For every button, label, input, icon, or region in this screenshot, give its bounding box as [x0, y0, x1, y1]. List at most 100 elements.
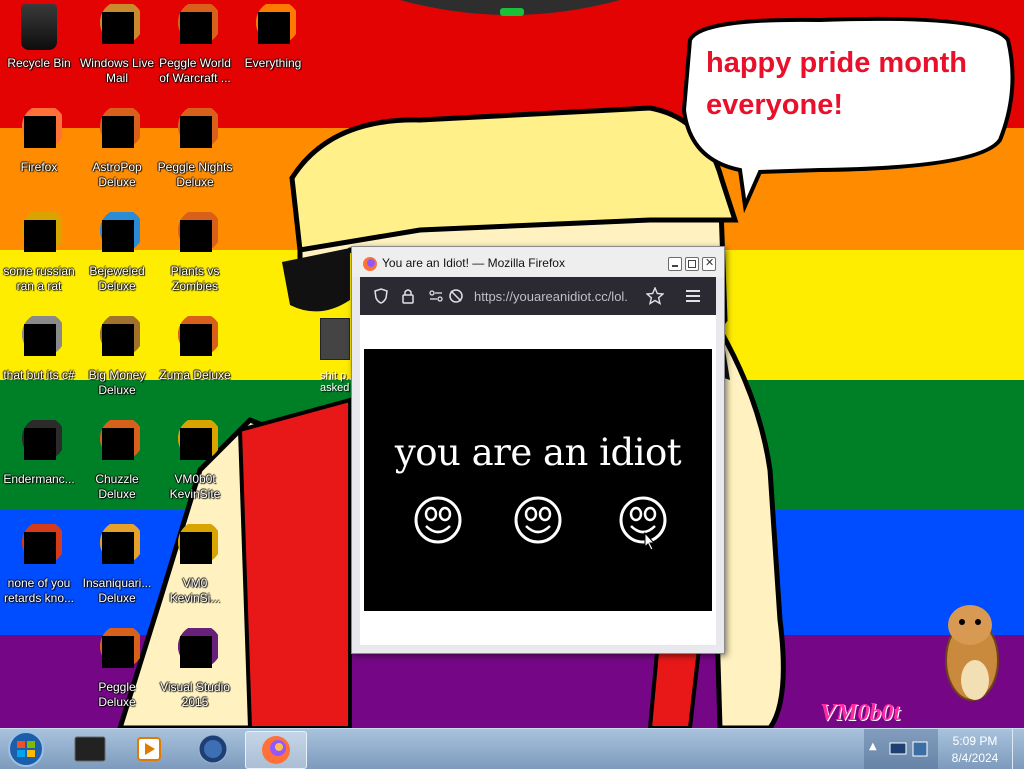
- desktop-icon[interactable]: Recycle Bin: [0, 4, 78, 71]
- firefox-window[interactable]: You are an Idiot! — Mozilla Firefox ✕ ht…: [351, 246, 725, 654]
- show-desktop-button[interactable]: [1012, 729, 1024, 769]
- start-button[interactable]: [6, 730, 48, 768]
- desktop-icon[interactable]: VM0b0t KevinSite: [156, 420, 234, 502]
- desktop-icon[interactable]: Bejeweled Deluxe: [78, 212, 156, 294]
- url-bar[interactable]: https://youareanidiot.cc/lol.: [474, 289, 646, 304]
- redaction-box: [180, 636, 212, 668]
- window-titlebar[interactable]: You are an Idiot! — Mozilla Firefox ✕: [352, 247, 724, 277]
- desktop-icon-label: Visual Studio 2015: [160, 680, 230, 709]
- desktop-icon[interactable]: Chuzzle Deluxe: [78, 420, 156, 502]
- clock-time: 5:09 PM: [952, 734, 998, 748]
- desktop-icon[interactable]: Plants vs Zombies: [156, 212, 234, 294]
- close-button[interactable]: ✕: [702, 256, 716, 271]
- redaction-box: [180, 532, 212, 564]
- desktop-icon[interactable]: AstroPop Deluxe: [78, 108, 156, 190]
- permissions-icon[interactable]: [428, 288, 444, 304]
- game-icon: [172, 4, 218, 50]
- firefox-icon: [363, 257, 377, 271]
- desktop-icon-label: Chuzzle Deluxe: [95, 472, 139, 501]
- minimize-button[interactable]: [668, 257, 682, 271]
- desktop-icon-label: Peggle World of Warcraft ...: [159, 56, 231, 85]
- redaction-box: [24, 428, 56, 460]
- windows-logo-icon: [8, 731, 44, 767]
- window-title: You are an Idiot! — Mozilla Firefox: [382, 256, 565, 270]
- desktop-icon-label: Zuma Deluxe: [159, 368, 231, 382]
- desktop-icon-label: Insaniquari... Deluxe: [82, 576, 152, 605]
- system-tray: ▲: [864, 729, 938, 769]
- close-icon: ✕: [705, 256, 715, 269]
- game-icon: [172, 108, 218, 154]
- watermark: VM0b0t: [820, 700, 901, 726]
- minimize-icon: [672, 265, 678, 267]
- idiot-banner[interactable]: you are an idiot: [364, 349, 712, 611]
- mail-icon: [94, 4, 140, 50]
- redaction-box: [24, 220, 56, 252]
- redaction-box: [180, 324, 212, 356]
- firefox-icon: [262, 736, 290, 764]
- taskbar-terminal-button[interactable]: [62, 731, 118, 767]
- desktop-icon-label: none of you retards kno...: [3, 576, 75, 605]
- desktop-icon-label: Windows Live Mail: [79, 56, 155, 85]
- show-hidden-icons-button[interactable]: ▲: [869, 741, 877, 752]
- desktop-icon-label: Plants vs Zombies: [170, 264, 220, 293]
- desktop-icon-label: VM0 KevinSi...: [169, 576, 221, 605]
- desktop-icon-label: Big Money Deluxe: [88, 368, 146, 397]
- smiley-faces: [414, 496, 667, 551]
- maximize-button[interactable]: [685, 257, 699, 271]
- visual-studio-icon: [172, 628, 218, 674]
- desktop-icon[interactable]: that but its c#: [0, 316, 78, 383]
- game-icon: [94, 420, 140, 466]
- redaction-box: [102, 532, 134, 564]
- action-center-icon[interactable]: [910, 740, 930, 758]
- redaction-box: [180, 220, 212, 252]
- game-icon: [172, 316, 218, 362]
- desktop-icon[interactable]: some russian ran a rat: [0, 212, 78, 294]
- redaction-box: [102, 324, 134, 356]
- desktop-icon-label: Endermanc...: [3, 472, 75, 486]
- game-icon: [94, 108, 140, 154]
- desktop-icon-label: Recycle Bin: [7, 56, 71, 70]
- desktop-icon-label: VM0b0t KevinSite: [169, 472, 221, 501]
- desktop-icon[interactable]: Windows Live Mail: [78, 4, 156, 86]
- bookmark-star-icon[interactable]: [646, 287, 664, 305]
- desktop-icon-label: some russian ran a rat: [3, 264, 75, 293]
- smiley-face-icon: [514, 496, 562, 544]
- desktop-icon-label: that but its c#: [3, 368, 75, 382]
- desktop-icon[interactable]: Insaniquari... Deluxe: [78, 524, 156, 606]
- redaction-box: [180, 428, 212, 460]
- desktop-icon[interactable]: Zuma Deluxe: [156, 316, 234, 383]
- lock-icon[interactable]: [401, 288, 415, 304]
- taskbar-browser-button[interactable]: [185, 731, 241, 767]
- terminal-icon: [74, 736, 106, 762]
- redaction-box: [24, 532, 56, 564]
- smiley-face-icon: [414, 496, 462, 544]
- desktop-icon[interactable]: Endermanc...: [0, 420, 78, 487]
- desktop-icon[interactable]: VM0 KevinSi...: [156, 524, 234, 606]
- desktop-icon[interactable]: Peggle Deluxe: [78, 628, 156, 710]
- desktop-icon[interactable]: Everything: [234, 4, 312, 71]
- desktop-icon[interactable]: Peggle World of Warcraft ...: [156, 4, 234, 86]
- desktop-icon-label: AstroPop Deluxe: [92, 160, 142, 189]
- desktop-icon-label: Peggle Nights Deluxe: [157, 160, 233, 189]
- desktop-icon[interactable]: Visual Studio 2015: [156, 628, 234, 710]
- recycle-bin-icon: [21, 4, 57, 50]
- firefox-icon: [16, 108, 62, 154]
- network-icon[interactable]: [888, 740, 908, 758]
- redaction-box: [102, 220, 134, 252]
- desktop-icon[interactable]: Peggle Nights Deluxe: [156, 108, 234, 190]
- hamburger-menu-icon[interactable]: [685, 289, 701, 303]
- desktop-icon[interactable]: Big Money Deluxe: [78, 316, 156, 398]
- page-content: you are an idiot: [360, 315, 716, 645]
- desktop-icon[interactable]: none of you retards kno...: [0, 524, 78, 606]
- shield-icon[interactable]: [373, 288, 389, 304]
- desktop-icon[interactable]: Firefox: [0, 108, 78, 175]
- tracking-blocked-icon[interactable]: [448, 288, 464, 304]
- redaction-box: [102, 116, 134, 148]
- taskbar-firefox-button[interactable]: [245, 731, 307, 769]
- globe-icon: [198, 734, 228, 764]
- mouse-pointer-icon: [644, 531, 656, 551]
- taskbar: ▲ 5:09 PM 8/4/2024: [0, 728, 1024, 769]
- taskbar-media-player-button[interactable]: [121, 731, 177, 767]
- desktop-icon-label: Everything: [244, 56, 302, 70]
- maximize-icon: [688, 260, 696, 268]
